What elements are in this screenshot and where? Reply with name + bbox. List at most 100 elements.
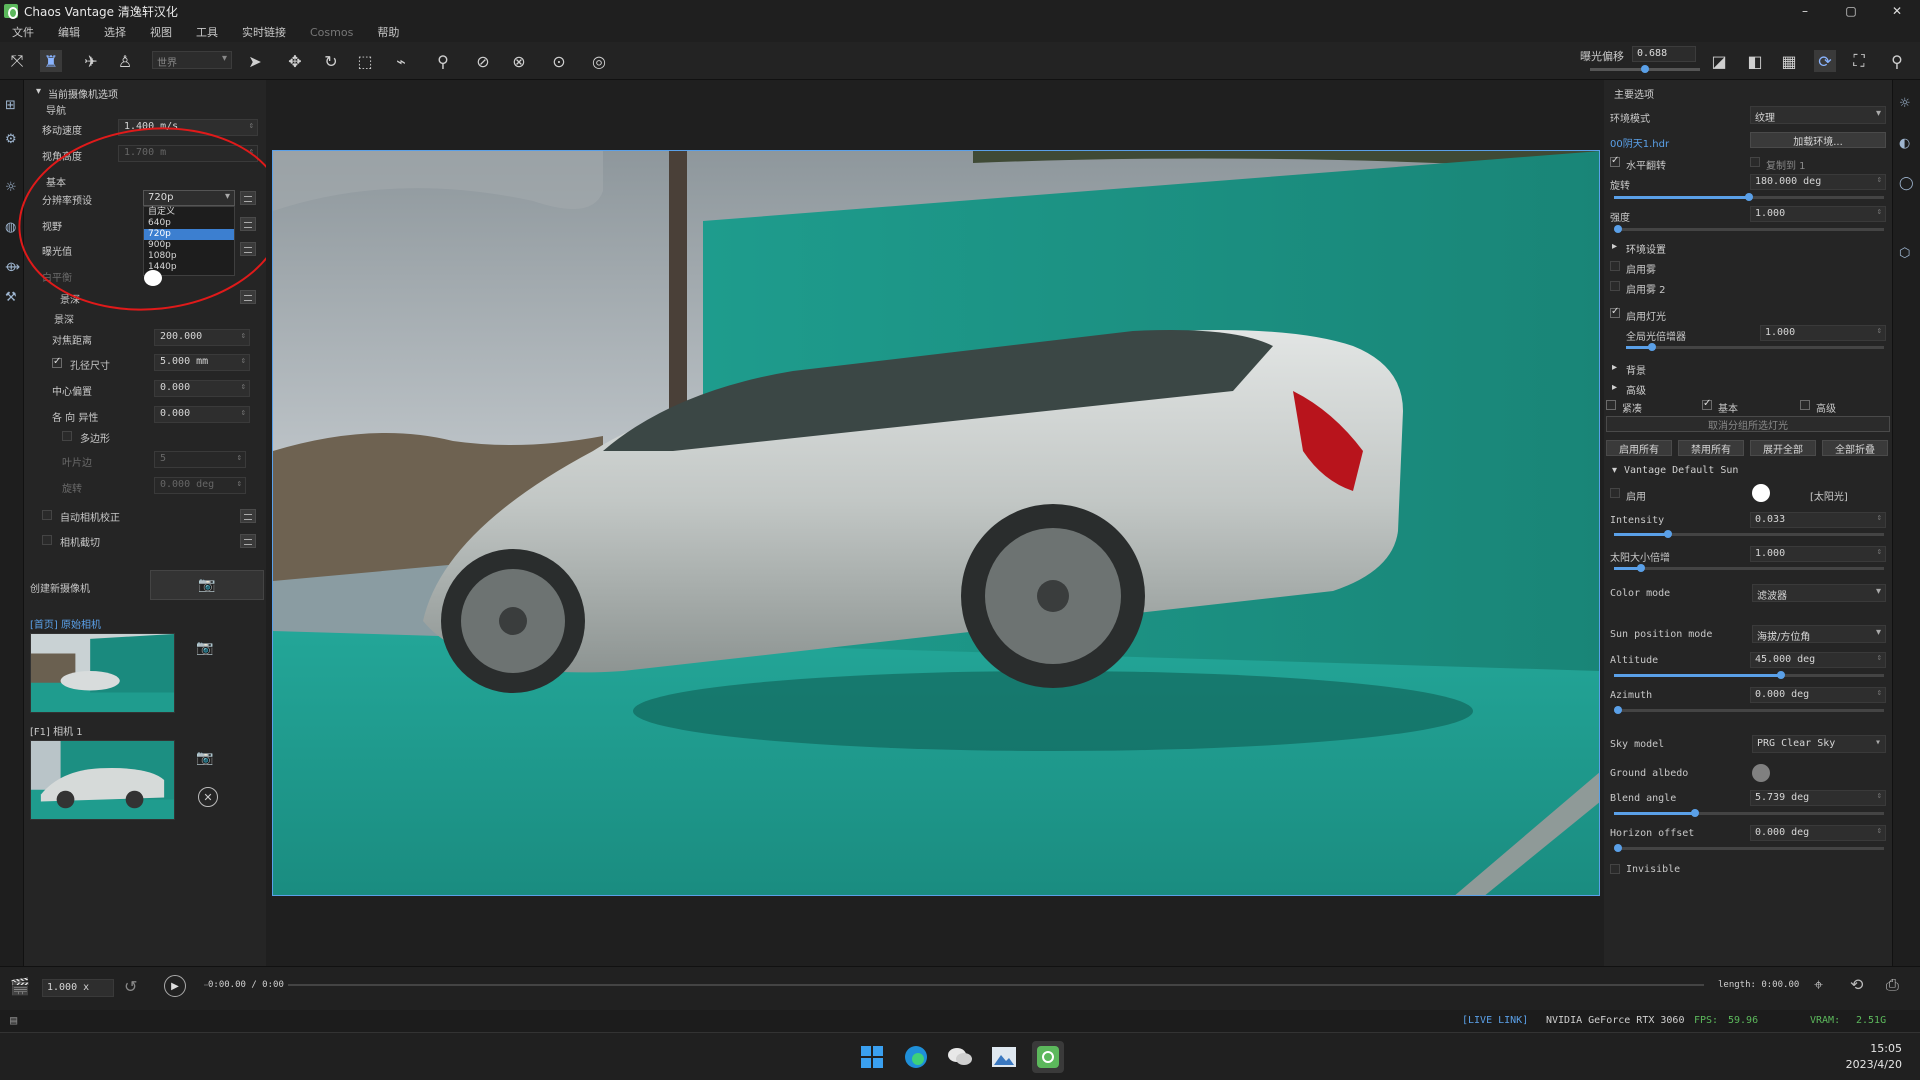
flip-horizontal-checkbox[interactable] — [1610, 155, 1620, 167]
altitude-slider[interactable] — [1614, 671, 1884, 679]
load-env-button[interactable]: 加载环境... — [1750, 132, 1886, 148]
attach-icon[interactable]: ⌁ — [390, 50, 412, 72]
playback-speed-field[interactable]: 1.000 x — [42, 979, 114, 997]
auto-correct-reset-button[interactable] — [240, 509, 256, 523]
disable-all-button[interactable]: 禁用所有 — [1678, 440, 1744, 456]
export-icon[interactable]: ⎙ — [1886, 975, 1899, 995]
fly-mode-icon[interactable]: ✈ — [80, 50, 102, 72]
play-icon[interactable]: ▶ — [164, 975, 186, 997]
tab-basic-radio[interactable] — [1702, 398, 1712, 410]
intensity-slider[interactable] — [1614, 225, 1884, 233]
aperture-checkbox[interactable] — [52, 356, 62, 368]
intensity-slider-knob[interactable] — [1614, 225, 1622, 233]
render-viewport[interactable] — [272, 150, 1600, 896]
walk-mode-icon[interactable]: ♜ — [40, 50, 62, 72]
isolate-icon[interactable]: ⊗ — [508, 50, 530, 72]
menu-tools[interactable]: 工具 — [196, 24, 218, 40]
horizon-offset-field[interactable]: 0.000 deg — [1750, 825, 1886, 841]
azimuth-slider[interactable] — [1614, 706, 1884, 714]
altitude-slider-knob[interactable] — [1777, 671, 1786, 679]
sun-size-field[interactable]: 1.000 — [1750, 546, 1886, 562]
wechat-icon[interactable] — [944, 1041, 976, 1073]
chaos-vantage-taskbar-icon[interactable] — [1032, 1041, 1064, 1073]
auto-correct-checkbox[interactable] — [42, 510, 52, 520]
rotation-slider-knob[interactable] — [1745, 193, 1753, 201]
system-clock[interactable]: 15:05 2023/4/20 — [1846, 1041, 1902, 1073]
space-select[interactable]: 世界 — [152, 51, 232, 69]
menu-view[interactable]: 视图 — [150, 24, 172, 40]
checker-icon[interactable]: ▦ — [1778, 50, 1800, 72]
material-icon[interactable]: ◎ — [588, 50, 610, 72]
blend-angle-slider[interactable] — [1614, 809, 1884, 817]
live-link-status[interactable]: [LIVE LINK] — [1462, 1015, 1528, 1026]
azimuth-field[interactable]: 0.000 deg — [1750, 687, 1886, 703]
move-icon[interactable]: ✥ — [284, 50, 306, 72]
render-sequence-icon[interactable]: ⟲ — [1850, 975, 1863, 994]
horizon-offset-slider-knob[interactable] — [1614, 844, 1622, 852]
tab-compact-radio[interactable] — [1606, 400, 1616, 410]
menu-help[interactable]: 帮助 — [377, 24, 399, 40]
global-light-slider[interactable] — [1626, 343, 1884, 351]
auto-exposure-icon[interactable]: ◪ — [1708, 50, 1730, 72]
env-settings-title[interactable]: 环境设置 — [1626, 241, 1666, 256]
background-title[interactable]: 背景 — [1626, 362, 1646, 377]
tab-basic-label[interactable]: 基本 — [1718, 400, 1738, 415]
blend-angle-field[interactable]: 5.739 deg — [1750, 790, 1886, 806]
collapse-all-button[interactable]: 全部折叠 — [1822, 440, 1888, 456]
camera-tab-icon[interactable]: ⊞ — [5, 98, 16, 113]
enable-fog-checkbox[interactable] — [1610, 261, 1620, 271]
loop-icon[interactable]: ↺ — [124, 977, 137, 996]
intensity-field[interactable]: 1.000 — [1750, 206, 1886, 222]
rotation-field[interactable]: 0.000 deg — [154, 477, 246, 494]
delete-camera-icon[interactable]: ✕ — [198, 787, 218, 807]
hdr-file-name[interactable]: 00阴天1.hdr — [1610, 135, 1669, 150]
lights-tab-icon[interactable]: ◐ — [1899, 136, 1910, 151]
anim-tab-icon[interactable]: ⟴ — [5, 260, 20, 275]
close-button[interactable]: ✕ — [1874, 0, 1920, 22]
camera-clip-reset-button[interactable] — [240, 534, 256, 548]
tab-advanced-label[interactable]: 高级 — [1816, 400, 1836, 415]
timeline-track[interactable] — [204, 984, 1704, 986]
console-icon[interactable]: ▤ — [10, 1013, 17, 1027]
focus-icon[interactable]: ⊙ — [548, 50, 570, 72]
clapper-icon[interactable]: 🎬 — [10, 977, 30, 996]
rotate-icon[interactable]: ↻ — [320, 50, 342, 72]
navigate-icon[interactable]: ⤧ — [6, 50, 28, 72]
anisotropy-field[interactable]: 0.000 — [154, 406, 250, 423]
dof-reset-button[interactable] — [240, 290, 256, 304]
pick-icon[interactable]: ⚲ — [432, 50, 454, 72]
settings-tab-icon[interactable]: ⚒ — [5, 290, 17, 305]
object-tab-icon[interactable]: ⚙ — [5, 132, 17, 147]
pin-icon[interactable]: ⚲ — [1886, 50, 1908, 72]
tab-compact-label[interactable]: 紧凑 — [1622, 400, 1642, 415]
enable-lights-checkbox[interactable] — [1610, 306, 1620, 318]
altitude-field[interactable]: 45.000 deg — [1750, 652, 1886, 668]
expand-all-button[interactable]: 展开全部 — [1750, 440, 1816, 456]
blades-field[interactable]: 5 — [154, 451, 246, 468]
env-settings-toggle-icon[interactable]: ▸ — [1612, 241, 1617, 252]
ground-albedo-swatch[interactable] — [1752, 764, 1770, 782]
menu-edit[interactable]: 编辑 — [58, 24, 80, 40]
post-tab-icon[interactable]: ◯ — [1899, 176, 1914, 191]
camera-thumbnail[interactable] — [30, 633, 175, 713]
update-camera-icon[interactable]: 📷 — [196, 640, 213, 656]
section-toggle-icon[interactable]: ▾ — [36, 86, 41, 97]
edge-browser-icon[interactable] — [900, 1041, 932, 1073]
camera-item-title[interactable]: [F1] 相机 1 — [30, 723, 83, 738]
camera-path-icon[interactable]: ⌖ — [1814, 975, 1823, 995]
person-icon[interactable]: ♙ — [114, 50, 136, 72]
sun-color-swatch[interactable] — [1752, 484, 1770, 502]
light-tab-icon[interactable]: ☼ — [5, 180, 17, 195]
sun-intensity-field[interactable]: 0.033 — [1750, 512, 1886, 528]
camera-item-title[interactable]: [首页] 原始相机 — [30, 616, 101, 631]
aperture-field[interactable]: 5.000 mm — [154, 354, 250, 371]
enable-fog2-checkbox[interactable] — [1610, 281, 1620, 291]
sun-position-mode-select[interactable]: 海拔/方位角 — [1752, 625, 1886, 643]
horizon-offset-slider[interactable] — [1614, 844, 1884, 852]
invisible-checkbox[interactable] — [1610, 864, 1620, 874]
ungroup-lights-button[interactable]: 取消分组所选灯光 — [1606, 416, 1890, 432]
env-tab-icon[interactable]: ☼ — [1899, 96, 1911, 111]
rotation-field[interactable]: 180.000 deg — [1750, 174, 1886, 190]
advanced-toggle-icon[interactable]: ▸ — [1612, 382, 1617, 393]
center-bias-field[interactable]: 0.000 — [154, 380, 250, 397]
